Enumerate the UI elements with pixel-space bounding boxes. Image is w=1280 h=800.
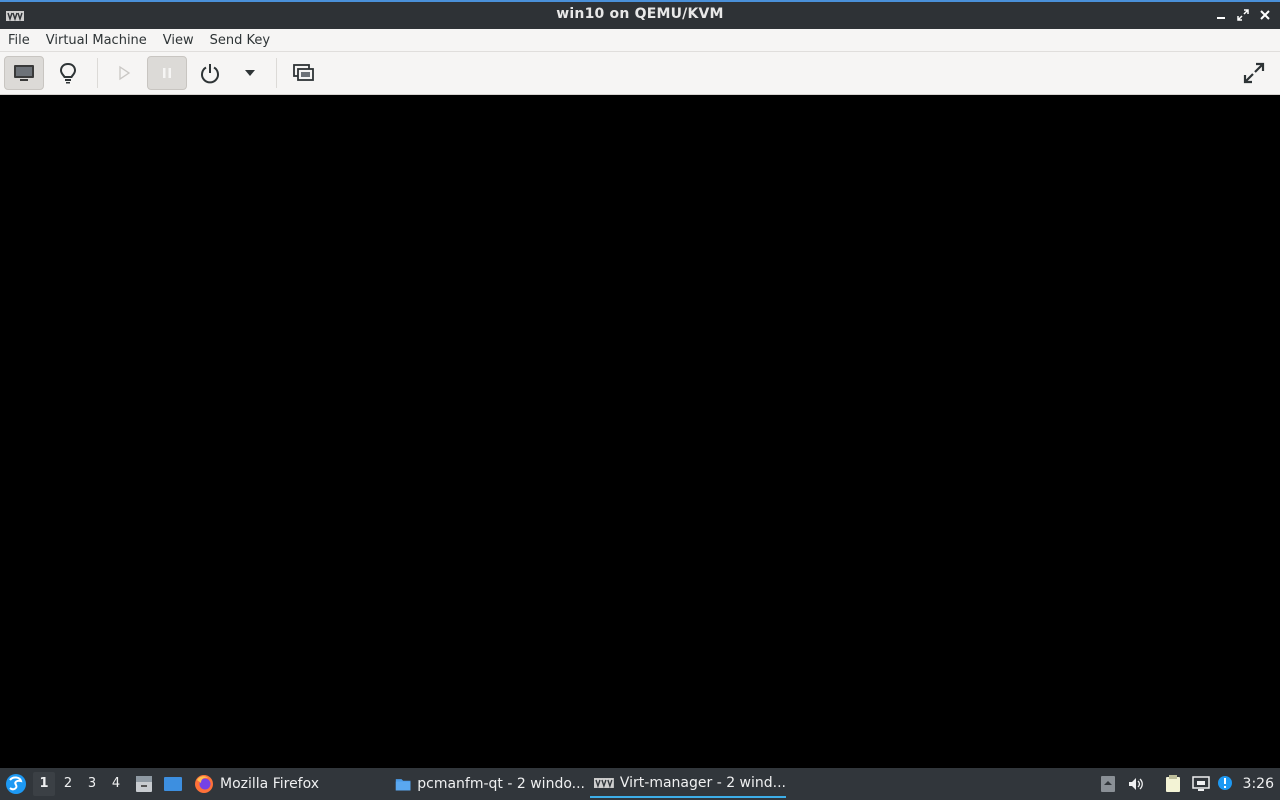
close-button[interactable] [1256,6,1274,24]
clock[interactable]: 3:26 [1243,768,1274,800]
minimize-icon [1217,17,1225,19]
shutdown-menu-button[interactable] [230,56,270,90]
fullscreen-icon [1243,62,1265,84]
fullscreen-button[interactable] [1234,56,1274,90]
menu-bar: File Virtual Machine View Send Key [0,29,1280,52]
monitor-icon [14,65,34,81]
toolbar-separator [97,58,98,88]
file-manager-launcher[interactable] [134,774,154,794]
console-button[interactable] [4,56,44,90]
shutdown-button[interactable] [190,56,230,90]
close-icon [1260,10,1270,20]
virt-manager-icon [594,778,614,789]
run-button[interactable] [104,56,144,90]
snapshot-icon [293,64,314,81]
menu-file[interactable]: File [0,29,38,52]
menu-virtual-machine[interactable]: Virtual Machine [38,29,155,52]
start-menu-icon [6,774,26,794]
menu-send-key[interactable]: Send Key [202,29,278,52]
details-button[interactable] [48,56,88,90]
folder-icon [395,779,411,791]
taskbar: 1 2 3 4 Mozilla Firefox pcmanfm-qt - 2 w… [0,768,1280,800]
vm-display[interactable] [0,95,1280,768]
lightbulb-icon [59,62,77,84]
task-label: pcmanfm-qt - 2 windo... [417,776,585,792]
desktop-4[interactable]: 4 [105,772,127,796]
desktop-icon [164,777,182,791]
toolbar-separator [276,58,277,88]
desktop-2[interactable]: 2 [57,772,79,796]
desktop-1[interactable]: 1 [33,772,55,796]
network-icon[interactable] [1192,775,1210,793]
task-firefox[interactable]: Mozilla Firefox [190,770,380,798]
show-desktop-launcher[interactable] [163,774,183,794]
task-virt-manager[interactable]: Virt-manager - 2 wind... [590,770,786,798]
minimize-button[interactable] [1212,6,1230,24]
menu-view[interactable]: View [155,29,202,52]
snapshots-button[interactable] [284,56,324,90]
maximize-icon [1237,9,1249,21]
volume-icon[interactable] [1127,775,1145,793]
caret-down-icon [245,70,255,76]
start-menu-button[interactable] [4,772,28,796]
toolbar [0,52,1280,95]
desktop-3[interactable]: 3 [81,772,103,796]
firefox-icon [195,775,213,793]
maximize-button[interactable] [1234,6,1252,24]
task-pcmanfm[interactable]: pcmanfm-qt - 2 windo... [391,770,585,798]
window-title: win10 on QEMU/KVM [556,6,724,22]
task-label: Mozilla Firefox [220,776,320,792]
pause-button[interactable] [147,56,187,90]
task-label: Virt-manager - 2 wind... [619,775,786,791]
notification-icon[interactable] [1216,775,1234,793]
window-titlebar[interactable]: win10 on QEMU/KVM [0,0,1280,29]
tray-arrow-icon[interactable] [1099,775,1117,793]
power-icon [201,64,219,84]
play-icon [119,65,131,81]
file-cabinet-icon [136,776,152,792]
pause-icon [163,68,171,78]
clipboard-icon[interactable] [1164,775,1182,793]
